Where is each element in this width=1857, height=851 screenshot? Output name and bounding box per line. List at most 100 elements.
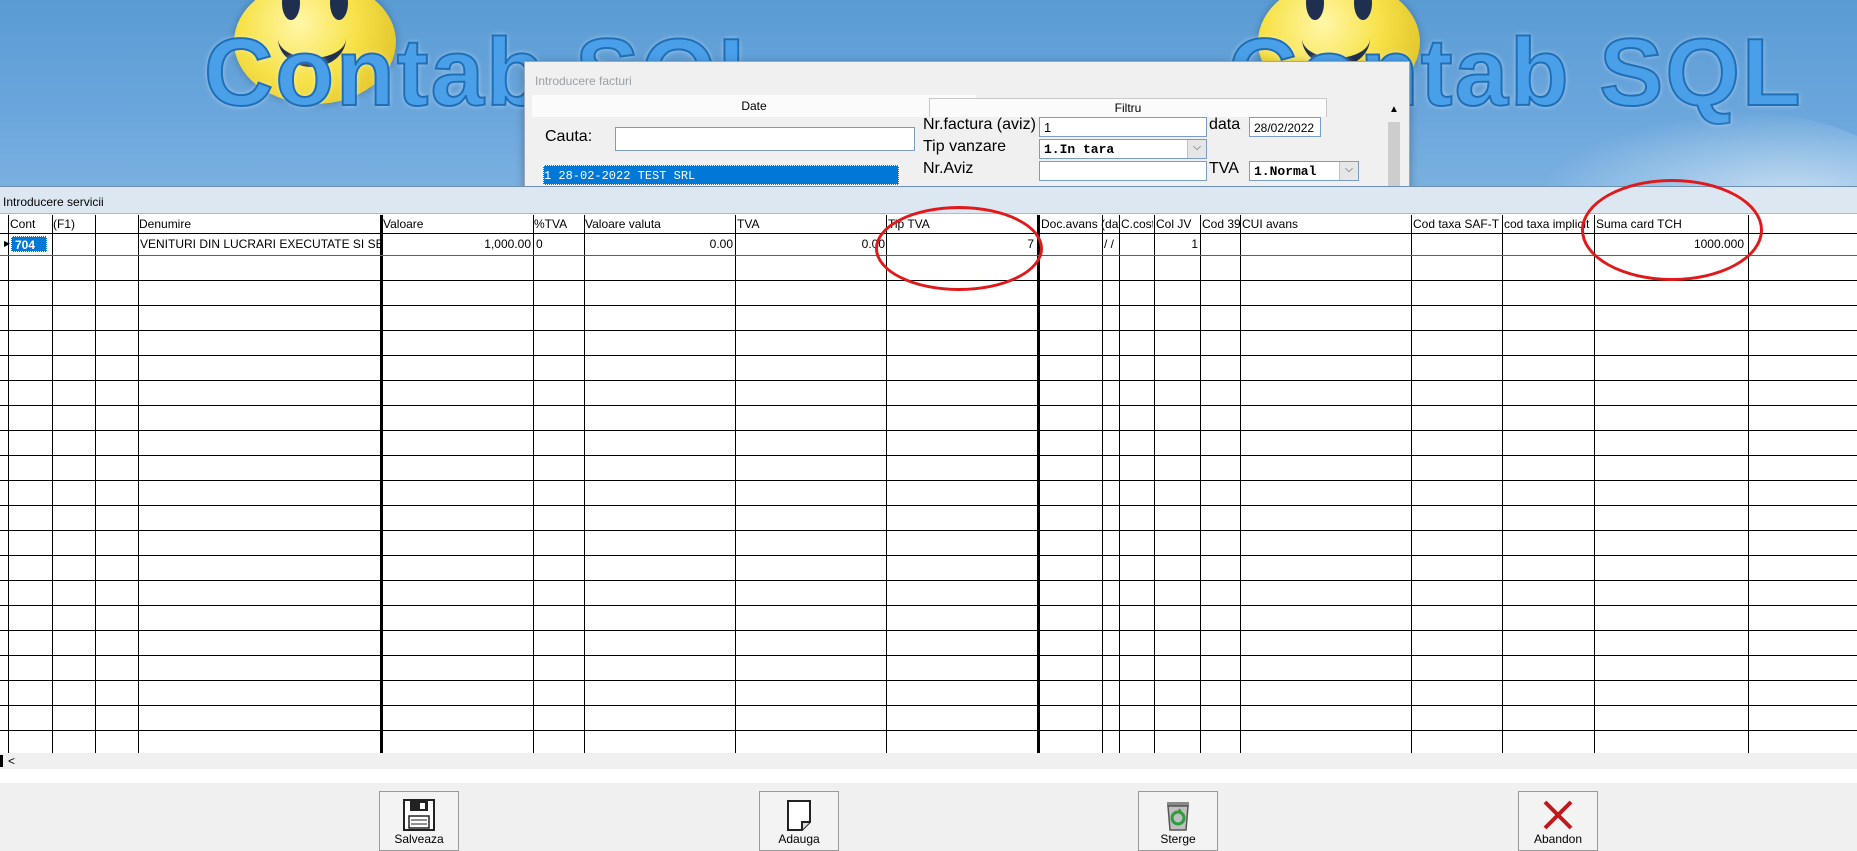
dialog-scrollbar[interactable]: ▲	[1385, 102, 1403, 192]
delete-button[interactable]: Sterge	[1138, 791, 1218, 851]
tab-date[interactable]: Date	[531, 94, 977, 117]
column-header-doc-avans[interactable]: Doc.avans (data)	[1041, 215, 1119, 233]
recycle-bin-icon	[1167, 802, 1189, 831]
annotation-circle-suma-tch	[1581, 179, 1763, 281]
row-pointer-icon: ▶	[4, 239, 11, 248]
grid-column-divider	[1594, 215, 1595, 753]
cauta-label: Cauta:	[545, 128, 593, 145]
grid-column-divider	[380, 215, 383, 753]
invoice-list-item[interactable]: 1 28-02-2022 TEST SRL	[543, 165, 899, 185]
cell-cont[interactable]: 704	[11, 236, 47, 252]
cell-valoare-valuta[interactable]: 0.00	[585, 234, 733, 254]
search-input[interactable]	[615, 127, 915, 151]
grid-row-divider	[0, 455, 1857, 456]
column-header-denumire[interactable]: Denumire	[139, 215, 379, 233]
add-button-label: Adauga	[778, 832, 820, 846]
nr-factura-label: Nr.factura (aviz)	[923, 116, 1036, 133]
scroll-position-mark	[0, 755, 3, 767]
tip-vanzare-select[interactable]: 1.In tara ⌵	[1039, 139, 1207, 159]
grid-row-divider	[0, 580, 1857, 581]
grid-row-divider	[0, 505, 1857, 506]
grid-column-divider	[8, 215, 9, 753]
floppy-disk-icon	[403, 799, 435, 831]
grid-column-divider	[138, 215, 139, 753]
grid-row-divider	[0, 680, 1857, 681]
date-field[interactable]: 28/02/2022	[1249, 117, 1321, 137]
column-header-cui-avans[interactable]: CUI avans	[1242, 215, 1407, 233]
column-header-tva[interactable]: TVA	[737, 215, 887, 233]
column-header-valoare-valuta[interactable]: Valoare valuta	[585, 215, 735, 233]
horizontal-scrollbar[interactable]: <	[0, 753, 1857, 769]
cell-cod39[interactable]	[1202, 234, 1238, 254]
column-header-c-cost[interactable]: C.cost	[1121, 215, 1153, 233]
grid-column-divider	[1748, 215, 1749, 753]
cell-valoare[interactable]: 1,000.00	[384, 234, 531, 254]
chevron-down-icon[interactable]: ⌵	[1339, 162, 1358, 180]
grid-row-divider	[0, 380, 1857, 381]
grid-row-divider	[0, 730, 1857, 731]
grid-row-divider	[0, 555, 1857, 556]
column-header-cont[interactable]: Cont	[10, 215, 50, 233]
grid-row-divider	[0, 655, 1857, 656]
column-header-cod39[interactable]: Cod 39	[1202, 215, 1242, 233]
cell-cui-avans[interactable]	[1242, 234, 1407, 254]
cancel-button[interactable]: Abandon	[1518, 791, 1598, 851]
cancel-button-label: Abandon	[1533, 832, 1583, 846]
services-grid[interactable]: Cont (F1) Denumire Valoare %TVA Valoare …	[0, 215, 1857, 753]
cell-c-cost[interactable]	[1122, 234, 1152, 254]
grid-column-divider	[533, 215, 534, 753]
cell-tva[interactable]: 0.00	[737, 234, 885, 254]
grid-row-divider	[0, 480, 1857, 481]
column-header-col-jv[interactable]: Col JV	[1156, 215, 1200, 233]
grid-row-divider	[0, 530, 1857, 531]
cell-extra[interactable]	[97, 234, 137, 254]
grid-row-divider	[0, 605, 1857, 606]
grid-column-divider	[886, 215, 887, 753]
tab-filtru[interactable]: Filtru	[929, 98, 1327, 117]
nr-factura-field[interactable]: 1	[1039, 117, 1207, 137]
grid-column-divider	[1102, 215, 1103, 753]
add-button[interactable]: Adauga	[759, 791, 839, 851]
column-header-empty[interactable]	[97, 215, 137, 233]
grid-row-divider	[0, 305, 1857, 306]
dialog-title: Introducere facturi	[535, 74, 632, 88]
grid-column-divider	[95, 215, 96, 753]
grid-column-divider	[1200, 215, 1201, 753]
nr-aviz-field[interactable]	[1039, 161, 1207, 181]
invoice-dialog: Introducere facturi Date Filtru Cauta: 1…	[524, 61, 1410, 193]
grid-row-divider	[0, 355, 1857, 356]
nr-aviz-label: Nr.Aviz	[923, 160, 974, 177]
grid-column-divider	[1240, 215, 1241, 753]
grid-column-divider	[52, 215, 53, 753]
scroll-up-icon[interactable]: ▲	[1389, 104, 1399, 115]
cell-doc-avans[interactable]: / /	[1104, 234, 1124, 254]
cell-denumire[interactable]: VENITURI DIN LUCRARI EXECUTATE SI SERVIC…	[140, 234, 380, 254]
tva-label: TVA	[1209, 160, 1239, 177]
scroll-left-icon[interactable]: <	[8, 753, 15, 769]
annotation-circle-tip-tva	[875, 206, 1043, 291]
column-header-cod-saft[interactable]: Cod taxa SAF-T	[1413, 215, 1501, 233]
tip-vanzare-label: Tip vanzare	[923, 138, 1006, 155]
grid-column-divider	[1119, 215, 1120, 753]
scrollbar-thumb[interactable]	[1388, 122, 1400, 192]
cell-f1[interactable]	[54, 234, 94, 254]
chevron-down-icon[interactable]: ⌵	[1187, 140, 1206, 158]
grid-column-divider	[1154, 215, 1155, 753]
grid-row-divider	[0, 430, 1857, 431]
save-button[interactable]: Salveaza	[379, 791, 459, 851]
column-header-pct-tva[interactable]: %TVA	[534, 215, 584, 233]
cell-cod-implicit[interactable]	[1504, 234, 1592, 254]
close-icon	[1543, 800, 1573, 830]
grid-column-divider	[584, 215, 585, 753]
cell-col-jv[interactable]: 1	[1156, 234, 1198, 254]
tva-select[interactable]: 1.Normal ⌵	[1249, 161, 1359, 181]
new-document-icon	[787, 800, 811, 831]
cell-cod-saft[interactable]	[1413, 234, 1501, 254]
column-header-f1[interactable]: (F1)	[53, 215, 93, 233]
grid-column-divider	[735, 215, 736, 753]
delete-button-label: Sterge	[1160, 832, 1196, 846]
cell-pct-tva[interactable]: 0	[536, 234, 582, 254]
column-header-valoare[interactable]: Valoare	[383, 215, 533, 233]
grid-row-divider	[0, 330, 1857, 331]
data-label: data	[1209, 116, 1241, 133]
